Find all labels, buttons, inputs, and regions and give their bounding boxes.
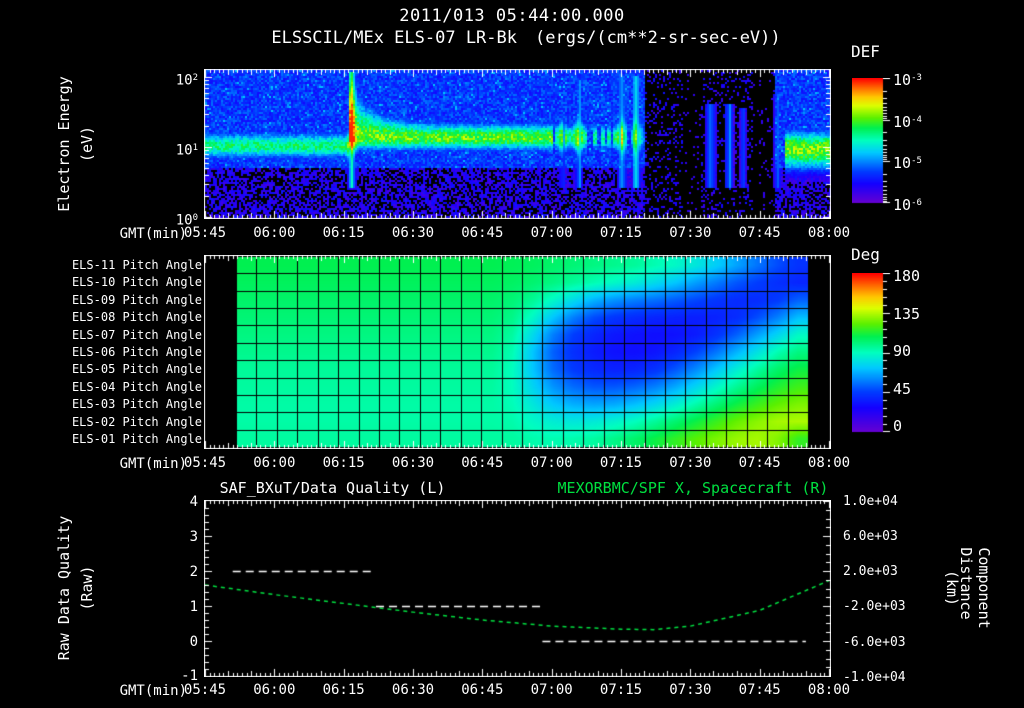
- def-tick-label: 10-4: [893, 112, 922, 131]
- deg-tick-label: 45: [893, 379, 912, 398]
- time-tick-label: 08:00: [807, 455, 851, 471]
- energy-tick-label: 102: [175, 72, 198, 89]
- time-tick-label: 06:00: [253, 455, 296, 471]
- deg-colorbar: [852, 273, 894, 434]
- spectrogram-ylabel-units: (eV): [78, 125, 96, 163]
- time-tick-label: 07:00: [530, 225, 573, 241]
- timestamp-title: 2011/013 05:44:00.000: [399, 6, 625, 26]
- gmt-axis-label-top: GMT(min): [119, 226, 187, 242]
- time-tick-label: 06:00: [253, 682, 296, 698]
- pitch-row-label: ELS-09 Pitch Angle: [71, 292, 202, 307]
- data-quality-distance-plot: [204, 500, 831, 677]
- time-tick-label: 05:45: [183, 455, 227, 471]
- time-tick-label: 07:45: [738, 682, 781, 698]
- time-tick-label: 06:15: [322, 682, 365, 698]
- time-tick-label: 06:45: [461, 225, 504, 241]
- flux-units-label: (ergs/(cm**2-sr-sec-eV)): [535, 28, 781, 48]
- distance-tick-label: 6.0e+03: [843, 529, 898, 544]
- spectrogram-ylabel: Electron Energy: [55, 76, 73, 212]
- def-tick-label: 10-3: [893, 71, 922, 89]
- pitch-row-label: ELS-10 Pitch Angle: [71, 275, 202, 290]
- pitch-row-label: ELS-02 Pitch Angle: [71, 414, 202, 429]
- deg-tick-label: 180: [893, 267, 921, 285]
- pitch-row-label: ELS-05 Pitch Angle: [71, 362, 202, 377]
- time-tick-label: 06:00: [253, 225, 296, 241]
- pitch-row-label: ELS-04 Pitch Angle: [71, 379, 202, 394]
- time-tick-label: 07:30: [669, 225, 712, 241]
- pitch-row-label: ELS-08 Pitch Angle: [71, 310, 202, 325]
- quality-ylabel-right-units: (km): [943, 569, 961, 607]
- time-tick-label: 06:45: [461, 455, 504, 471]
- energy-tick-label: 100: [175, 212, 198, 229]
- time-tick-label: 07:30: [669, 455, 712, 471]
- time-tick-label: 07:15: [599, 455, 643, 471]
- time-tick-label: 07:45: [738, 225, 781, 241]
- pitch-row-label: ELS-07 Pitch Angle: [71, 327, 202, 342]
- time-tick-label: 06:30: [391, 682, 435, 698]
- time-tick-label: 06:30: [391, 225, 435, 241]
- def-tick-label: 10-6: [893, 196, 922, 214]
- els-science-display: 2011/013 05:44:00.000 ELSSCIL/MEx ELS-07…: [0, 0, 1024, 708]
- quality-tick-label: 0: [189, 634, 198, 650]
- pitch-angle-grid-plot: [204, 255, 831, 449]
- distance-tick-label: 2.0e+03: [843, 564, 898, 579]
- pitch-row-label: ELS-06 Pitch Angle: [71, 345, 202, 359]
- distance-tick-label: -2.0e+03: [843, 599, 906, 614]
- time-tick-label: 07:00: [530, 455, 573, 471]
- energy-tick-label: 101: [175, 142, 198, 159]
- distance-tick-label: -6.0e+03: [843, 635, 906, 650]
- time-tick-label: 05:45: [183, 682, 227, 698]
- gmt-axis-label-bottom: GMT(min): [119, 683, 187, 699]
- quality-series-title: SAF_BXuT/Data Quality (L): [219, 479, 446, 497]
- quality-ylabel-left: Raw Data Quality: [55, 515, 73, 661]
- time-tick-label: 06:45: [461, 682, 504, 698]
- def-colorbar: [852, 78, 894, 205]
- quality-tick-label: -1: [181, 668, 198, 684]
- deg-colorbar-title: Deg: [851, 245, 880, 264]
- time-tick-label: 06:30: [391, 455, 435, 471]
- time-tick-label: 06:15: [322, 225, 365, 241]
- distance-tick-label: -1.0e+04: [843, 670, 906, 685]
- quality-ylabel-left-units: (Raw): [78, 565, 96, 611]
- gmt-axis-label-middle: GMT(min): [119, 456, 187, 472]
- time-tick-label: 07:45: [738, 455, 781, 471]
- quality-tick-label: 3: [189, 529, 198, 545]
- time-tick-label: 07:15: [599, 682, 643, 698]
- pitch-row-label: ELS-03 Pitch Angle: [71, 397, 202, 412]
- quality-tick-label: 1: [189, 599, 198, 615]
- quality-tick-label: 4: [189, 494, 198, 510]
- time-tick-label: 06:15: [322, 455, 365, 471]
- energy-spectrogram-plot: [204, 69, 831, 219]
- pitch-row-label: ELS-01 Pitch Angle: [71, 432, 202, 447]
- time-tick-label: 07:00: [530, 682, 573, 698]
- def-colorbar-title: DEF: [851, 42, 880, 61]
- quality-tick-label: 2: [189, 564, 198, 580]
- def-tick-label: 10-5: [893, 154, 922, 173]
- time-tick-label: 07:15: [599, 225, 643, 241]
- instrument-name: ELSSCIL/MEx ELS-07 LR-Bk: [271, 28, 517, 48]
- distance-tick-label: 1.0e+04: [843, 494, 898, 509]
- pitch-row-label: ELS-11 Pitch Angle: [71, 257, 202, 272]
- deg-tick-label: 0: [893, 417, 903, 435]
- time-tick-label: 08:00: [807, 225, 851, 241]
- deg-tick-label: 90: [893, 342, 912, 360]
- deg-tick-label: 135: [893, 304, 921, 323]
- spacecraft-series-title: MEXORBMC/SPF X, Spacecraft (R): [557, 479, 829, 497]
- quality-ylabel-right: Component Distance: [957, 547, 993, 629]
- time-tick-label: 07:30: [669, 682, 712, 698]
